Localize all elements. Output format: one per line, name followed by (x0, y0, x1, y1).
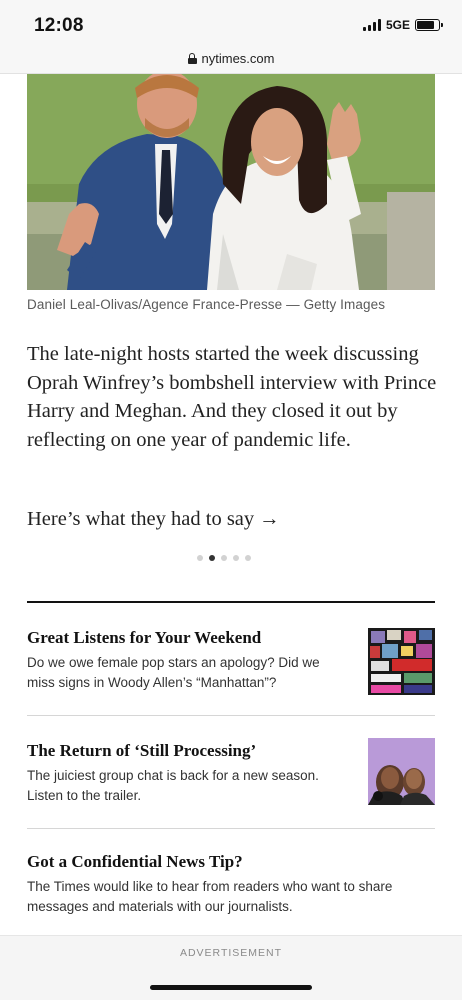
address-bar[interactable]: nytimes.com (0, 44, 462, 74)
status-time: 12:08 (34, 15, 84, 36)
carousel-dots[interactable] (197, 555, 251, 561)
story-item[interactable]: Great Listens for Your Weekend Do we owe… (27, 628, 435, 695)
signal-bars-icon (362, 19, 381, 31)
story-description: The Times would like to hear from reader… (27, 879, 393, 914)
story-item[interactable]: Got a Confidential News Tip? The Times w… (27, 852, 435, 917)
story-description: The juiciest group chat is back for a ne… (27, 768, 319, 803)
story-headline[interactable]: The Return of ‘Still Processing’ (27, 741, 342, 761)
section-rule (27, 601, 435, 603)
status-indicators: 5GE (362, 18, 443, 32)
status-bar: 12:08 5GE (0, 0, 462, 44)
lock-icon (187, 53, 197, 64)
story-headline[interactable]: Got a Confidential News Tip? (27, 852, 435, 872)
carousel-dot[interactable] (221, 555, 227, 561)
url-text: nytimes.com (201, 51, 275, 66)
photo-caption: Daniel Leal-Olivas/Agence France-Presse … (27, 297, 386, 312)
article-photo[interactable] (27, 74, 435, 290)
carousel-dot[interactable] (245, 555, 251, 561)
story-description: Do we owe female pop stars an apology? D… (27, 655, 320, 690)
carousel-dot-active[interactable] (209, 555, 215, 561)
story-thumbnail[interactable] (368, 628, 435, 695)
photo-illustration (27, 74, 435, 290)
read-more-link[interactable]: Here’s what they had to say → (27, 508, 280, 531)
home-indicator[interactable] (150, 985, 312, 990)
network-type: 5GE (385, 18, 410, 32)
advertisement-label: ADVERTISEMENT (179, 947, 283, 959)
carousel-dot[interactable] (197, 555, 203, 561)
story-divider (27, 828, 435, 829)
carousel-dot[interactable] (233, 555, 239, 561)
story-headline[interactable]: Great Listens for Your Weekend (27, 628, 342, 648)
article-summary: The late-night hosts started the week di… (27, 343, 437, 451)
story-item[interactable]: The Return of ‘Still Processing’ The jui… (27, 738, 435, 806)
story-divider (27, 715, 435, 716)
podcast-thumbnail[interactable] (368, 738, 435, 805)
battery-icon (415, 19, 443, 31)
advertisement-slot: ADVERTISEMENT (0, 935, 462, 1000)
